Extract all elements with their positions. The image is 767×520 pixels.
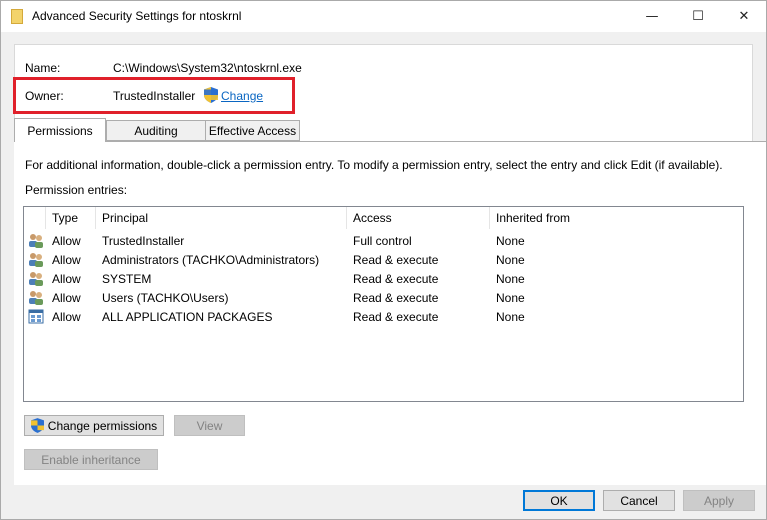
permission-entries-list[interactable]: Type Principal Access Inherited from All…	[23, 206, 744, 402]
column-header-type[interactable]: Type	[46, 207, 96, 229]
cell-type: Allow	[52, 252, 81, 267]
cell-type: Allow	[52, 309, 81, 324]
cell-access: Read & execute	[353, 309, 439, 324]
enable-inheritance-button[interactable]: Enable inheritance	[24, 449, 158, 470]
view-button[interactable]: View	[174, 415, 245, 436]
maximize-button[interactable]: ☐	[675, 1, 721, 32]
tab-permissions[interactable]: Permissions	[14, 118, 106, 142]
app-packages-icon	[28, 309, 44, 324]
users-icon	[29, 253, 43, 267]
tab-effective-access[interactable]: Effective Access	[205, 120, 300, 141]
folder-icon	[11, 9, 23, 24]
cell-inherited-from: None	[496, 271, 525, 286]
header-icon-column	[24, 207, 46, 229]
window-title: Advanced Security Settings for ntoskrnl	[32, 9, 242, 23]
cell-principal: ALL APPLICATION PACKAGES	[102, 309, 273, 324]
cell-inherited-from: None	[496, 252, 525, 267]
users-icon	[29, 272, 43, 286]
cell-principal: TrustedInstaller	[102, 233, 185, 248]
cell-inherited-from: None	[496, 233, 525, 248]
name-label: Name:	[25, 61, 61, 75]
cell-access: Read & execute	[353, 290, 439, 305]
info-text: For additional information, double-click…	[25, 158, 723, 172]
change-permissions-label: Change permissions	[47, 418, 158, 433]
title-bar[interactable]: Advanced Security Settings for ntoskrnl …	[1, 1, 766, 32]
apply-button[interactable]: Apply	[683, 490, 755, 511]
cell-inherited-from: None	[496, 309, 525, 324]
table-row[interactable]: Allow Administrators (TACHKO\Administrat…	[24, 250, 743, 269]
cell-type: Allow	[52, 271, 81, 286]
permission-entries-label: Permission entries:	[25, 183, 128, 197]
cell-inherited-from: None	[496, 290, 525, 305]
table-row[interactable]: Allow TrustedInstaller Full control None	[24, 231, 743, 250]
owner-value: TrustedInstaller	[113, 89, 196, 103]
cell-access: Read & execute	[353, 271, 439, 286]
uac-shield-icon	[30, 418, 44, 433]
table-row[interactable]: Allow ALL APPLICATION PACKAGES Read & ex…	[24, 307, 743, 326]
column-header-access[interactable]: Access	[347, 207, 490, 229]
cell-type: Allow	[52, 233, 81, 248]
tab-auditing[interactable]: Auditing	[106, 120, 206, 141]
minimize-button[interactable]: —	[629, 1, 675, 32]
column-header-principal[interactable]: Principal	[96, 207, 347, 229]
ok-button[interactable]: OK	[523, 490, 595, 511]
advanced-security-dialog: Advanced Security Settings for ntoskrnl …	[0, 0, 767, 520]
cell-access: Full control	[353, 233, 412, 248]
cell-principal: SYSTEM	[102, 271, 152, 286]
close-button[interactable]: ✕	[721, 1, 767, 32]
change-permissions-button[interactable]: Change permissions	[24, 415, 164, 436]
owner-label: Owner:	[25, 89, 64, 103]
column-header-inherited-from[interactable]: Inherited from	[490, 207, 743, 229]
dialog-content: Name: C:\Windows\System32\ntoskrnl.exe O…	[1, 32, 766, 519]
table-row[interactable]: Allow SYSTEM Read & execute None	[24, 269, 743, 288]
users-icon	[29, 291, 43, 305]
cell-type: Allow	[52, 290, 81, 305]
list-header: Type Principal Access Inherited from	[24, 207, 743, 229]
name-value: C:\Windows\System32\ntoskrnl.exe	[113, 61, 302, 75]
cancel-button[interactable]: Cancel	[603, 490, 675, 511]
cell-principal: Users (TACHKO\Users)	[102, 290, 229, 305]
users-icon	[29, 234, 43, 248]
change-owner-link[interactable]: Change	[221, 89, 263, 103]
table-row[interactable]: Allow Users (TACHKO\Users) Read & execut…	[24, 288, 743, 307]
cell-principal: Administrators (TACHKO\Administrators)	[102, 252, 320, 267]
cell-access: Read & execute	[353, 252, 439, 267]
uac-shield-icon	[204, 87, 218, 103]
